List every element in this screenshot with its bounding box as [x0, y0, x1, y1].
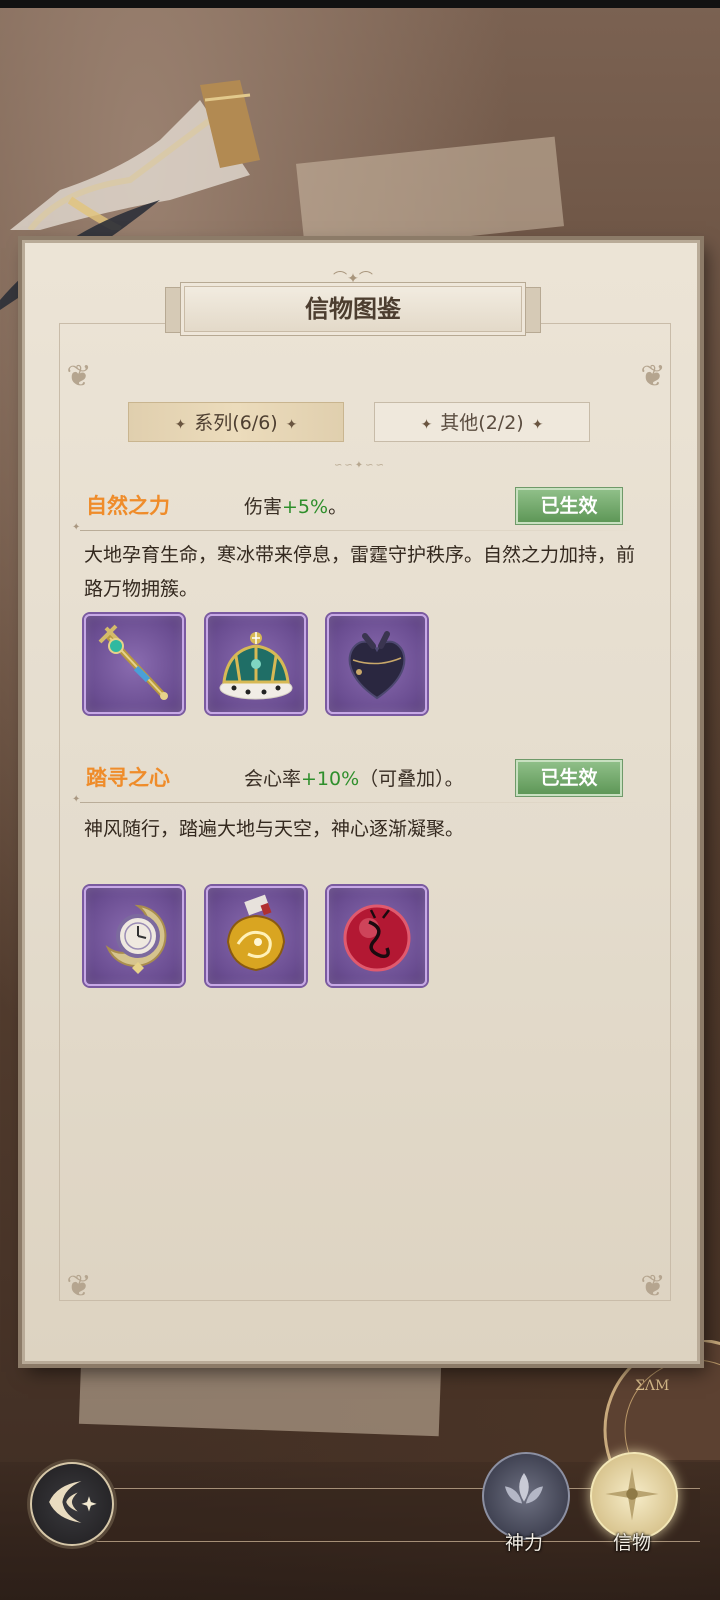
nav-relic-button[interactable] — [590, 1452, 678, 1540]
page-title: 信物图鉴 — [305, 294, 401, 323]
effect-label: 会心率 — [244, 768, 302, 790]
set-effect: 会心率+10%（可叠加）。 — [244, 764, 464, 791]
status-bar — [0, 0, 720, 8]
corner-ornament: ❦ — [640, 1269, 666, 1304]
effect-suffix: 。 — [328, 496, 348, 518]
compass-star-icon — [605, 1467, 659, 1521]
divider-ornament: ∽∽✦∽∽ — [334, 460, 386, 471]
set-description: 神风随行，踏遍大地与天空，神心逐渐凝聚。 — [84, 818, 465, 840]
tab-series-label: 系列(6/6) — [194, 412, 278, 434]
sparkle-icon: ✦ — [531, 417, 544, 433]
section-divider — [72, 522, 640, 533]
effect-label: 伤害 — [244, 496, 283, 518]
effect-suffix: （可叠加）。 — [359, 768, 464, 790]
nav-relic-label: 信物 — [612, 1532, 651, 1554]
sparkle-icon: ✦ — [285, 417, 298, 433]
scroll-curl-left — [165, 287, 181, 333]
relic-item[interactable] — [327, 886, 427, 986]
effect-value: +10% — [301, 768, 360, 790]
relic-item[interactable] — [84, 614, 184, 714]
title-banner: 信物图鉴 — [165, 282, 541, 336]
heart-pouch-icon — [348, 631, 406, 700]
lotus-icon — [504, 1473, 544, 1504]
tab-series[interactable]: ✦ 系列(6/6) ✦ — [128, 402, 344, 442]
section-divider — [72, 794, 640, 805]
corner-ornament: ❦ — [66, 1269, 92, 1304]
scepter-icon — [98, 624, 168, 700]
crown-icon — [219, 632, 293, 700]
set-description: 大地孕育生命，寒冰带来停息，雷霆守护秩序。自然之力加持，前路万物拥簇。 — [84, 544, 636, 600]
corner-ornament: ❦ — [640, 359, 666, 394]
relic-item[interactable] — [206, 614, 306, 714]
relic-item[interactable] — [84, 886, 184, 986]
status-badge: 已生效 — [516, 760, 622, 796]
svg-text:ΣΛΜ: ΣΛΜ — [635, 1378, 669, 1394]
sparkle-icon: ✦ — [420, 417, 433, 433]
relic-item[interactable] — [206, 886, 306, 986]
set-name: 自然之力 — [86, 494, 170, 518]
back-arrow-icon — [49, 1481, 97, 1523]
moon-clock-icon — [105, 904, 167, 974]
status-badge: 已生效 — [516, 488, 622, 524]
paper-scrap — [78, 1353, 442, 1437]
scroll-curl-right — [525, 287, 541, 333]
red-orb-icon — [343, 904, 411, 972]
golden-dragon-icon — [226, 894, 286, 972]
effect-value: +5% — [282, 496, 329, 518]
nav-divine-power-button[interactable] — [482, 1452, 570, 1540]
tab-other-label: 其他(2/2) — [440, 412, 524, 434]
sparkle-icon: ✦ — [174, 417, 187, 433]
tab-other[interactable]: ✦ 其他(2/2) ✦ — [374, 402, 590, 442]
corner-ornament: ❦ — [66, 359, 92, 394]
set-name: 踏寻之心 — [86, 766, 170, 790]
nav-divine-power-label: 神力 — [504, 1532, 543, 1554]
relic-item[interactable] — [327, 614, 427, 714]
set-effect: 伤害+5%。 — [244, 492, 347, 519]
back-button[interactable] — [30, 1462, 114, 1546]
